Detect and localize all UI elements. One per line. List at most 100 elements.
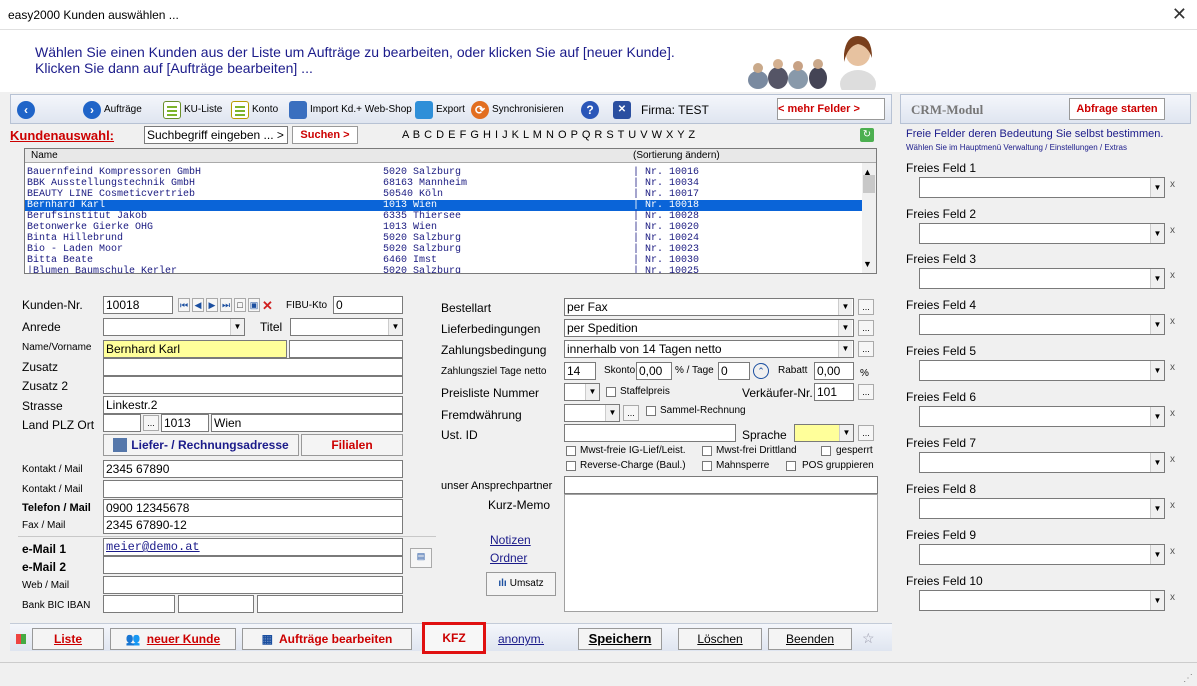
export-button[interactable]: Export: [415, 100, 465, 120]
list-item[interactable]: Bauernfeind Kompressoren GmbH 5020 Salzbu…: [25, 167, 863, 178]
verk-field[interactable]: 101: [814, 383, 854, 401]
back-button[interactable]: ‹: [17, 100, 35, 120]
liefer-select[interactable]: per Spedition: [564, 319, 854, 337]
pos-checkbox[interactable]: [786, 461, 796, 471]
anonym-button[interactable]: anonym.: [488, 628, 554, 650]
new-record-icon[interactable]: □: [234, 298, 246, 312]
telefon-field[interactable]: 0900 12345678: [103, 499, 403, 517]
chevron-down-icon[interactable]: ▼: [1150, 453, 1164, 472]
refresh-icon[interactable]: ↻: [860, 128, 874, 142]
list-item[interactable]: Bio - Laden Moor 5020 Salzburg | Nr. 10023: [25, 244, 863, 255]
clear-x-icon[interactable]: x: [1170, 500, 1175, 511]
sprache-more-button[interactable]: ...: [858, 425, 874, 441]
col-name-header[interactable]: Name: [31, 150, 58, 161]
reverse-checkbox[interactable]: [566, 461, 576, 471]
kfz-button[interactable]: KFZ: [422, 622, 486, 654]
help-button[interactable]: ?: [581, 100, 599, 120]
chevron-down-icon[interactable]: ▼: [839, 425, 853, 441]
chevron-down-icon[interactable]: ▼: [1150, 178, 1164, 197]
preisliste-select[interactable]: ▼: [564, 383, 600, 401]
beenden-button[interactable]: Beenden: [768, 628, 852, 650]
list-item[interactable]: Bitta Beate 6460 Imst | Nr. 10030: [25, 255, 863, 266]
verk-more-button[interactable]: ...: [858, 384, 874, 400]
filialen-button[interactable]: Filialen: [301, 434, 403, 456]
kundennr-field[interactable]: 10018: [103, 296, 173, 314]
fibu-field[interactable]: 0: [333, 296, 403, 314]
chevron-down-icon[interactable]: ▼: [1150, 407, 1164, 426]
mehr-felder-button[interactable]: < mehr Felder >: [777, 98, 885, 120]
freies-feld-input-7[interactable]: ▼: [919, 452, 1165, 473]
alphabet-filter[interactable]: A B C D E F G H I J K L M N O P Q R S T …: [402, 129, 696, 141]
kuliste-button[interactable]: KU-Liste: [163, 100, 222, 120]
rabatt-field[interactable]: 0,00: [814, 362, 854, 380]
chevron-down-icon[interactable]: ▼: [230, 319, 244, 335]
ort-field[interactable]: Wien: [211, 414, 403, 432]
mwst-dritt-checkbox[interactable]: [702, 446, 712, 456]
list-item[interactable]: |Blumen Baumschule Kerler 5020 Salzburg | …: [25, 266, 863, 273]
cancel-button[interactable]: ✕: [613, 100, 631, 120]
chevron-down-icon[interactable]: ▼: [585, 384, 599, 400]
zahlung-more-button[interactable]: ...: [858, 341, 874, 357]
clear-x-icon[interactable]: x: [1170, 316, 1175, 327]
freies-feld-input-5[interactable]: ▼: [919, 360, 1165, 381]
chevron-up-icon[interactable]: ⌃: [753, 363, 769, 379]
close-icon[interactable]: ✕: [1172, 4, 1187, 25]
kontakt1-field[interactable]: 2345 67890: [103, 460, 403, 478]
clear-x-icon[interactable]: x: [1170, 408, 1175, 419]
anrede-select[interactable]: ▼: [103, 318, 245, 336]
abfrage-starten-button[interactable]: Abfrage starten: [1069, 98, 1165, 120]
chevron-down-icon[interactable]: ▼: [838, 299, 852, 315]
customer-list[interactable]: Name (Sortierung ändern) Bauernfeind Kom…: [24, 148, 877, 274]
vorname-field[interactable]: [289, 340, 403, 358]
clear-x-icon[interactable]: x: [1170, 592, 1175, 603]
chevron-down-icon[interactable]: ▼: [1150, 545, 1164, 564]
clear-x-icon[interactable]: x: [1170, 454, 1175, 465]
import-button[interactable]: Import Kd.+ Web-Shop: [289, 100, 412, 120]
auftraege-bearbeiten-button[interactable]: ▦ Aufträge bearbeiten: [242, 628, 412, 650]
col-sort-header[interactable]: (Sortierung ändern): [633, 150, 720, 161]
ust-field[interactable]: [564, 424, 736, 442]
list-item[interactable]: BBK Ausstellungstechnik GmbH 68163 Mannhe…: [25, 178, 863, 189]
email1-field[interactable]: meier@demo.at: [103, 538, 403, 556]
chevron-down-icon[interactable]: ▼: [1150, 224, 1164, 243]
search-input[interactable]: Suchbegriff eingeben ... >: [144, 126, 288, 144]
ordner-link[interactable]: Ordner: [490, 551, 527, 565]
liefer-rechnungsadresse-button[interactable]: Liefer- / Rechnungsadresse: [103, 434, 299, 456]
list-item[interactable]: Betonwerke Gierke OHG 1013 Wien | Nr. 1002…: [25, 222, 863, 233]
list-item[interactable]: Binta Hillebrund 5020 Salzburg | Nr. 10024: [25, 233, 863, 244]
fremd-more-button[interactable]: ...: [623, 405, 639, 421]
staffelpreis-checkbox[interactable]: [606, 387, 616, 397]
ziel-field[interactable]: 14: [564, 362, 596, 380]
chevron-down-icon[interactable]: ▼: [1150, 591, 1164, 610]
umsatz-button[interactable]: ılı Umsatz: [486, 572, 556, 596]
freies-feld-input-8[interactable]: ▼: [919, 498, 1165, 519]
titel-select[interactable]: ▼: [290, 318, 403, 336]
sync-button[interactable]: ⟳ Synchronisieren: [471, 100, 564, 120]
next-record-icon[interactable]: ▶: [206, 298, 218, 312]
chevron-down-icon[interactable]: ▼: [838, 341, 852, 357]
freies-feld-input-6[interactable]: ▼: [919, 406, 1165, 427]
scroll-thumb[interactable]: [863, 175, 875, 193]
tage-field[interactable]: 0: [718, 362, 750, 380]
resize-grip-icon[interactable]: ⋰: [1183, 673, 1193, 684]
kontakt2-field[interactable]: [103, 480, 403, 498]
ansprech-field[interactable]: [564, 476, 878, 494]
list-scrollbar[interactable]: ▲ ▼: [862, 163, 876, 273]
freies-feld-input-2[interactable]: ▼: [919, 223, 1165, 244]
bestellart-select[interactable]: per Fax: [564, 298, 854, 316]
chevron-down-icon[interactable]: ▼: [388, 319, 402, 335]
freies-feld-input-10[interactable]: ▼: [919, 590, 1165, 611]
list-item[interactable]: BEAUTY LINE Cosmeticvertrieb 50540 Köln | …: [25, 189, 863, 200]
list-item[interactable]: Berufsinstitut Jakob 6335 Thiersee | Nr. 1…: [25, 211, 863, 222]
clear-x-icon[interactable]: x: [1170, 179, 1175, 190]
zahlung-select[interactable]: innerhalb von 14 Tagen netto: [564, 340, 854, 358]
clear-x-icon[interactable]: x: [1170, 225, 1175, 236]
contact-card-icon[interactable]: ▤: [410, 548, 432, 568]
clear-x-icon[interactable]: x: [1170, 362, 1175, 373]
star-icon[interactable]: ☆: [862, 630, 875, 647]
chevron-down-icon[interactable]: ▼: [838, 320, 852, 336]
last-record-icon[interactable]: ⏭: [220, 298, 232, 312]
liefer-more-button[interactable]: ...: [858, 320, 874, 336]
email2-field[interactable]: [103, 556, 403, 574]
chevron-down-icon[interactable]: ▼: [1150, 361, 1164, 380]
